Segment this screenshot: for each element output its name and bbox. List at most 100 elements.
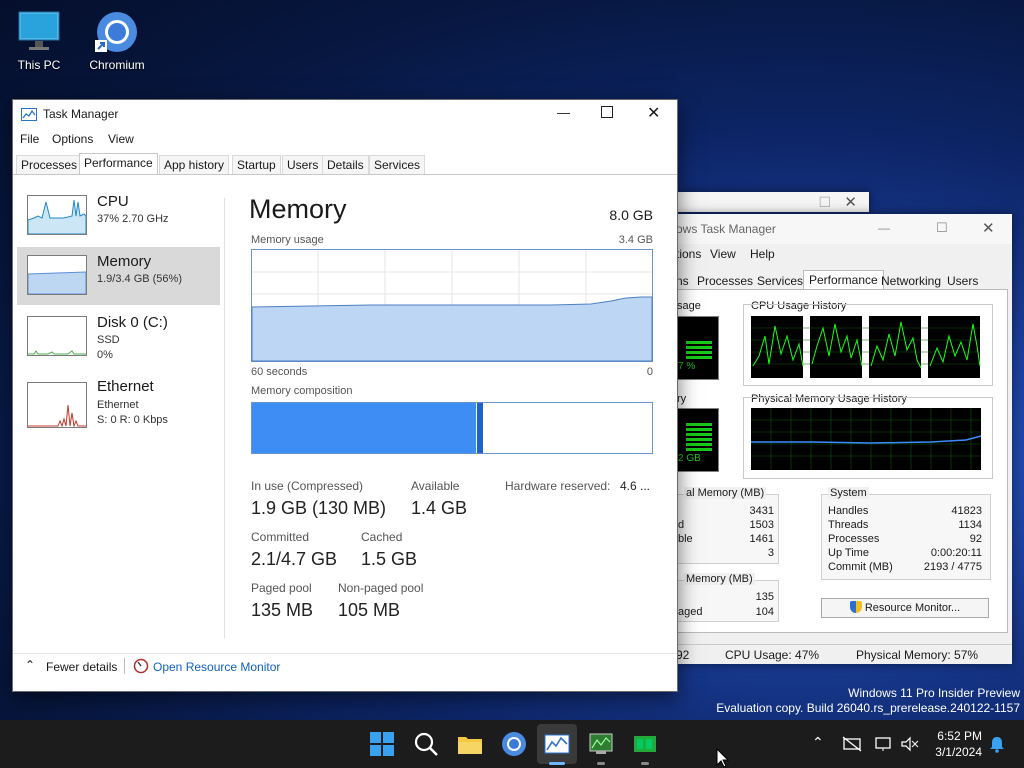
memory-value: 2 GB [678,453,701,464]
file-explorer-icon[interactable] [456,730,484,758]
disk-thumbnail-graph [27,316,87,356]
in-use-value: 1.9 GB (130 MB) [251,498,387,518]
physical-memory-value: 1461 [749,533,774,545]
physical-memory-key: d [678,519,685,531]
sidebar-title: Memory [97,253,152,270]
mouse-pointer-icon [716,748,730,768]
cached-label: Cached [361,530,403,544]
minimize-icon[interactable]: — [557,105,570,120]
physical-memory-key: ble [678,533,693,545]
sidebar-sub: 0% [97,349,113,361]
committed-label: Committed [251,530,310,544]
tab-details[interactable]: Details [322,155,369,175]
tab-services[interactable]: Services [757,274,803,288]
hardware-reserved-value: 4.6 ... [620,479,651,493]
committed-value: 2.1/4.7 GB [251,549,338,569]
minimize-icon[interactable]: — [878,221,890,235]
available-label: Available [411,479,460,493]
display-icon[interactable] [874,736,894,752]
sidebar-sub: 1.9/3.4 GB (56%) [97,273,182,285]
sidebar-item-disk[interactable]: Disk 0 (C:) SSD 0% [17,308,220,366]
physical-memory-value: 3 [767,547,774,559]
system-value: 0:00:20:11 [930,547,982,559]
tab-performance[interactable]: Performance [803,270,884,289]
tab-services[interactable]: Services [369,155,426,175]
resource-monitor-button[interactable]: Resource Monitor... [821,598,989,618]
classic-task-manager-taskbar-icon[interactable] [587,730,615,758]
sidebar-item-cpu[interactable]: CPU 37% 2.70 GHz [17,187,220,245]
memory-thumbnail-graph [27,255,87,295]
sidebar-title: Disk 0 (C:) [97,314,168,331]
close-icon[interactable]: ✕ [647,103,660,123]
sidebar-sub: S: 0 R: 0 Kbps [97,414,168,426]
memory-composition-label: Memory composition [251,385,353,397]
task-manager-window[interactable]: Task Manager — ✕ File Options View Proce… [12,99,678,692]
maximize-icon[interactable]: ☐ [936,220,948,236]
non-paged-pool-value: 105 MB [338,600,401,620]
tab-app-history[interactable]: App history [159,155,230,175]
graph-axis-right: 0 [646,366,653,378]
phys-history-graph [751,408,982,470]
menu-view[interactable]: View [710,247,736,261]
clock[interactable]: 6:52 PM 3/1/2024 [922,728,982,760]
tab-performance[interactable]: Performance [79,153,158,175]
sidebar-item-memory[interactable]: Memory 1.9/3.4 GB (56%) [17,247,220,305]
menu-options[interactable]: Options [52,132,93,146]
paged-pool-label: Paged pool [251,581,312,595]
search-icon[interactable] [412,730,440,758]
network-off-icon[interactable] [842,736,862,752]
title-bar[interactable]: Task Manager — ✕ [13,100,677,128]
tab-users[interactable]: Users [947,274,978,288]
shield-icon [849,601,862,613]
desktop-icon-this-pc[interactable]: This PC [4,10,74,72]
menu-help[interactable]: Help [750,247,775,261]
tab-processes[interactable]: Processes [697,274,753,288]
physical-memory-value: 1503 [749,519,774,531]
resource-monitor-label: Resource Monitor... [864,602,961,614]
tab-processes[interactable]: Processes [16,155,83,175]
tab-startup[interactable]: Startup [232,155,281,175]
classic-task-manager-window[interactable]: ows Task Manager — ☐ ✕ tions View Help n… [676,214,1012,664]
chromium-taskbar-icon[interactable] [500,730,528,758]
page-title: Memory [249,194,347,224]
maximize-icon[interactable] [601,106,613,118]
windows-watermark: Windows 11 Pro Insider Preview Evaluatio… [700,686,1020,716]
close-icon[interactable]: ✕ [982,219,995,237]
menu-options[interactable]: tions [676,247,701,261]
menu-view[interactable]: View [108,132,134,146]
paged-pool-value: 135 MB [251,600,314,620]
chevron-up-icon[interactable]: ⌃ [25,658,35,672]
kernel-memory-value: 135 [755,591,774,603]
system-value: 2193 / 4775 [923,561,982,573]
cpu-history-graphs [751,316,981,378]
chevron-up-icon[interactable]: ⌃ [812,734,824,751]
in-use-label: In use (Compressed) [251,479,364,493]
fewer-details-button[interactable]: Fewer details [46,660,117,674]
start-icon[interactable] [368,730,396,758]
tab-networking[interactable]: Networking [881,274,941,288]
notification-bell-icon[interactable] [988,735,1006,753]
non-paged-pool-label: Non-paged pool [338,581,424,595]
kernel-memory-key: aged [678,606,703,618]
composition-in-use [252,403,476,453]
sidebar-item-ethernet[interactable]: Ethernet Ethernet S: 0 R: 0 Kbps [17,374,220,432]
memory-label: ry [677,393,687,405]
cpu-usage-label: sage [677,300,701,312]
speaker-muted-icon[interactable] [900,736,920,752]
status-bar: 92 CPU Usage: 47% Physical Memory: 57% [676,644,1012,665]
system-key: Up Time [828,547,869,559]
desktop-icon-chromium[interactable]: Chromium [82,10,152,72]
kernel-memory-value: 104 [755,606,774,618]
open-resource-monitor-link[interactable]: Open Resource Monitor [153,660,280,674]
physical-memory-box: al Memory (MB) 3431 d 1503 ble 1461 3 [677,487,779,564]
system-value: 41823 [951,505,982,517]
performance-monitor-taskbar-icon[interactable] [631,730,659,758]
tab-users[interactable]: Users [282,155,324,175]
memory-usage-graph [251,249,653,362]
desktop-icon-label: This PC [17,58,61,72]
menu-file[interactable]: File [20,132,39,146]
system-key: Commit (MB) [828,561,893,573]
cpu-thumbnail-graph [27,195,87,235]
close-icon: ✕ [844,194,857,211]
physical-memory-label: al Memory (MB) [684,487,767,499]
